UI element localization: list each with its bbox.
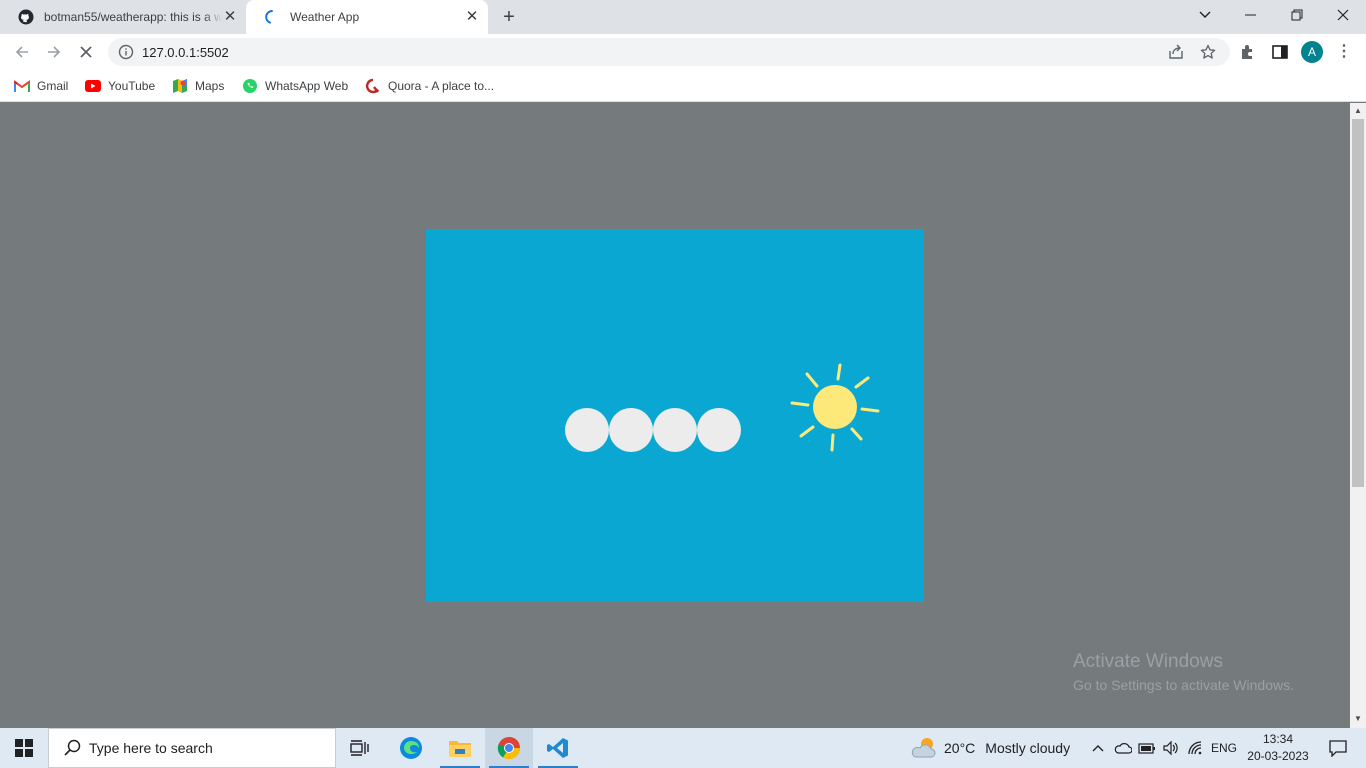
- address-bar[interactable]: 127.0.0.1:5502: [108, 38, 1230, 66]
- loading-dot: [565, 408, 609, 452]
- restore-button[interactable]: [1274, 0, 1320, 30]
- chrome-app-button[interactable]: [485, 728, 533, 768]
- forward-button[interactable]: [41, 39, 67, 65]
- close-tab-icon[interactable]: ✕: [464, 9, 480, 25]
- chrome-icon: [497, 736, 521, 760]
- loading-spinner-icon: [264, 9, 280, 25]
- extensions-icon[interactable]: [1239, 43, 1257, 61]
- youtube-icon: [85, 78, 101, 94]
- start-button[interactable]: [0, 728, 48, 768]
- volume-icon[interactable]: [1160, 728, 1182, 768]
- whatsapp-icon: [242, 78, 258, 94]
- chevron-up-icon: [1092, 745, 1104, 752]
- site-info-icon[interactable]: [118, 44, 134, 60]
- sun-icon: [790, 363, 880, 452]
- activate-windows-watermark: Activate Windows Go to Settings to activ…: [1073, 651, 1294, 693]
- bookmark-quora[interactable]: Quora - A place to...: [365, 76, 494, 96]
- page-scrollbar[interactable]: ▲ ▼: [1350, 103, 1366, 728]
- bookmarks-bar: Gmail YouTube Maps WhatsApp Web Quora - …: [0, 70, 1366, 102]
- clock-time: 13:34: [1262, 732, 1294, 746]
- gmail-icon: [14, 78, 30, 94]
- bookmark-label: WhatsApp Web: [265, 79, 349, 93]
- watermark-title: Activate Windows: [1073, 651, 1223, 672]
- file-explorer-app-button[interactable]: [436, 728, 484, 768]
- partly-cloudy-icon: [911, 738, 936, 758]
- loading-dot: [653, 408, 697, 452]
- notification-icon: [1329, 740, 1347, 757]
- bookmark-maps[interactable]: Maps: [172, 76, 224, 96]
- maps-icon: [172, 78, 188, 94]
- notification-center-button[interactable]: [1318, 728, 1358, 768]
- share-icon[interactable]: [1168, 44, 1184, 60]
- close-tab-icon[interactable]: ✕: [222, 9, 238, 25]
- bookmark-whatsapp[interactable]: WhatsApp Web: [242, 76, 348, 96]
- tab-search-chevron-icon[interactable]: [1182, 0, 1228, 30]
- edge-app-button[interactable]: [387, 728, 435, 768]
- bookmark-star-icon[interactable]: [1200, 44, 1216, 60]
- back-button[interactable]: [9, 39, 35, 65]
- battery-icon[interactable]: [1136, 728, 1158, 768]
- watermark-subtitle: Go to Settings to activate Windows.: [1073, 677, 1294, 693]
- taskbar-search-box[interactable]: Type here to search: [48, 728, 336, 768]
- weather-temperature: 20°C: [944, 740, 976, 756]
- tab-title: botman55/weatherapp: this is a weather a…: [44, 10, 222, 24]
- vscode-app-button[interactable]: [534, 728, 582, 768]
- github-icon: [18, 9, 34, 25]
- tab-strip: botman55/weatherapp: this is a weather a…: [0, 0, 1366, 34]
- profile-avatar[interactable]: A: [1301, 41, 1323, 63]
- loading-dot: [697, 408, 741, 452]
- page-viewport: Activate Windows Go to Settings to activ…: [0, 103, 1350, 728]
- onedrive-tray-icon[interactable]: [1112, 728, 1134, 768]
- search-icon: [64, 739, 81, 756]
- file-explorer-icon: [449, 741, 471, 757]
- tab-title: Weather App: [290, 10, 360, 24]
- scroll-up-arrow-icon[interactable]: ▲: [1354, 107, 1362, 115]
- vscode-icon: [547, 738, 568, 758]
- tab-github[interactable]: botman55/weatherapp: this is a weather a…: [0, 0, 246, 34]
- close-window-button[interactable]: [1320, 0, 1366, 30]
- stop-loading-button[interactable]: [73, 39, 99, 65]
- new-tab-button[interactable]: +: [498, 6, 520, 28]
- weather-condition: Mostly cloudy: [985, 740, 1071, 756]
- show-hidden-icons-button[interactable]: [1088, 728, 1108, 768]
- bookmark-label: Maps: [195, 79, 225, 93]
- more-menu-icon[interactable]: ⋮: [1336, 41, 1352, 63]
- tab-weather-app[interactable]: Weather App ✕: [246, 0, 488, 34]
- taskbar-weather-widget[interactable]: 20°C Mostly cloudy: [910, 728, 1070, 768]
- bookmark-label: Quora - A place to...: [388, 79, 495, 93]
- quora-icon: [365, 78, 381, 94]
- weather-card: [426, 229, 924, 602]
- taskbar-clock[interactable]: 13:34 20-03-2023: [1240, 731, 1316, 765]
- windows-taskbar: Type here to search 20°C Mostly cloudy E…: [0, 728, 1366, 768]
- edge-icon: [400, 737, 422, 759]
- side-panel-icon[interactable]: [1271, 43, 1289, 61]
- bookmark-label: YouTube: [108, 79, 156, 93]
- clock-date: 20-03-2023: [1247, 749, 1309, 763]
- task-view-icon: [350, 740, 369, 756]
- url-text: 127.0.0.1:5502: [142, 45, 229, 60]
- minimize-button[interactable]: [1228, 0, 1274, 30]
- bookmark-youtube[interactable]: YouTube: [85, 76, 155, 96]
- task-view-button[interactable]: [336, 728, 384, 768]
- bookmark-gmail[interactable]: Gmail: [14, 76, 68, 96]
- bookmark-label: Gmail: [37, 79, 69, 93]
- input-language-indicator[interactable]: ENG: [1208, 728, 1240, 768]
- search-placeholder: Type here to search: [89, 740, 213, 756]
- loading-dot: [609, 408, 653, 452]
- browser-toolbar: 127.0.0.1:5502 A ⋮: [0, 34, 1366, 70]
- windows-logo-icon: [15, 739, 33, 757]
- wifi-icon[interactable]: [1185, 728, 1207, 768]
- scrollbar-thumb[interactable]: [1352, 119, 1364, 487]
- scroll-down-arrow-icon[interactable]: ▼: [1354, 715, 1362, 723]
